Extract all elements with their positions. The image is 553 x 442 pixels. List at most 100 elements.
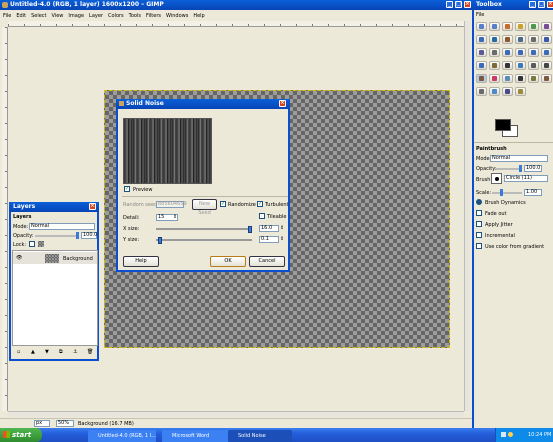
perspective-tool-icon[interactable]: [541, 48, 552, 57]
unit-select[interactable]: px: [34, 420, 50, 427]
tileable-checkbox[interactable]: [259, 213, 265, 219]
ysize-slider-thumb[interactable]: [157, 237, 162, 244]
eye-icon[interactable]: 👁: [16, 255, 22, 261]
random-seed-input[interactable]: 885604659: [156, 201, 187, 208]
bucket-fill-tool-icon[interactable]: [515, 61, 526, 70]
xsize-input[interactable]: 16.0: [259, 225, 279, 232]
brush-name[interactable]: Circle (11): [504, 175, 548, 182]
eraser-tool-icon[interactable]: [489, 74, 500, 83]
menu-colors[interactable]: Colors: [108, 12, 124, 20]
ink-tool-icon[interactable]: [515, 74, 526, 83]
randomize-checkbox[interactable]: ✓: [220, 201, 226, 207]
color-picker-tool-icon[interactable]: [502, 35, 513, 44]
taskbar-button[interactable]: Solid Noise: [228, 430, 292, 442]
tool-option-row[interactable]: Use color from gradient: [476, 243, 544, 250]
toolbox-file-menu[interactable]: File: [476, 12, 484, 18]
new-seed-button[interactable]: New Seed: [192, 199, 217, 216]
detail-spin-icon[interactable]: ⇕: [173, 214, 177, 220]
foreground-color-swatch[interactable]: [495, 119, 511, 131]
heal-tool-icon[interactable]: [541, 74, 552, 83]
tool-mode-select[interactable]: Normal: [490, 155, 548, 162]
menu-filters[interactable]: Filters: [146, 12, 161, 20]
menu-file[interactable]: File: [3, 12, 11, 20]
tool-opacity-slider[interactable]: [496, 165, 522, 172]
smudge-tool-icon[interactable]: [502, 87, 513, 96]
foreground-select-tool-icon[interactable]: [476, 35, 487, 44]
toolbox-maximize-button[interactable]: □: [538, 1, 545, 8]
tool-option-row[interactable]: Incremental: [476, 232, 515, 239]
tool-option-row[interactable]: Apply Jitter: [476, 221, 513, 228]
fuzzy-select-tool-icon[interactable]: [515, 22, 526, 31]
scissors-tool-icon[interactable]: [541, 22, 552, 31]
clone-tool-icon[interactable]: [528, 74, 539, 83]
dialog-close-button[interactable]: ×: [279, 100, 286, 107]
taskbar-button[interactable]: Untitled-4.0 (RGB, 1 l...: [88, 430, 156, 442]
anchor-layer-icon[interactable]: ⚓: [73, 349, 77, 355]
perspective-clone-tool-icon[interactable]: [476, 87, 487, 96]
lock-pixels-checkbox[interactable]: [29, 241, 35, 247]
layers-mode-select[interactable]: Normal: [29, 223, 95, 230]
lower-layer-icon[interactable]: ▼: [45, 349, 49, 355]
scale-slider[interactable]: [492, 189, 522, 196]
free-select-tool-icon[interactable]: [502, 22, 513, 31]
tool-option-row[interactable]: Brush Dynamics: [476, 199, 526, 206]
delete-layer-icon[interactable]: 🗑: [87, 349, 93, 355]
ysize-input[interactable]: 0.1: [259, 236, 279, 243]
zoom-select[interactable]: 50%: [56, 420, 74, 427]
horizontal-scrollbar[interactable]: [8, 411, 464, 417]
tool-opacity-input[interactable]: 100.0: [524, 165, 542, 172]
turbulent-checkbox[interactable]: ✓: [257, 201, 263, 207]
tool-option-checkbox[interactable]: [476, 232, 482, 238]
flip-tool-icon[interactable]: [476, 61, 487, 70]
toolbox-close-button[interactable]: ×: [547, 1, 553, 8]
menu-image[interactable]: Image: [68, 12, 84, 20]
minimize-button[interactable]: _: [446, 1, 453, 8]
tray-volume-icon[interactable]: [508, 432, 513, 437]
ysize-spin-icon[interactable]: ⇕: [280, 236, 284, 242]
ok-button[interactable]: OK: [210, 256, 246, 267]
rect-select-tool-icon[interactable]: [476, 22, 487, 31]
xsize-slider-track[interactable]: [156, 226, 252, 233]
layers-opacity-thumb[interactable]: [76, 232, 79, 239]
zoom-tool-icon[interactable]: [515, 35, 526, 44]
close-button[interactable]: ×: [464, 1, 471, 8]
pencil-tool-icon[interactable]: [541, 61, 552, 70]
menu-edit[interactable]: Edit: [16, 12, 26, 20]
tool-option-checkbox[interactable]: [476, 199, 482, 205]
raise-layer-icon[interactable]: ▲: [31, 349, 35, 355]
tool-option-row[interactable]: Fade out: [476, 210, 507, 217]
lock-alpha-icon[interactable]: [38, 241, 44, 247]
help-button[interactable]: Help: [123, 256, 159, 267]
maximize-button[interactable]: □: [455, 1, 462, 8]
new-layer-icon[interactable]: ▫: [17, 349, 20, 355]
layer-row-background[interactable]: 👁 Background: [13, 252, 97, 264]
airbrush-tool-icon[interactable]: [502, 74, 513, 83]
layers-opacity-input[interactable]: 100.0: [81, 232, 97, 239]
scale-input[interactable]: 1.00: [524, 189, 542, 196]
select-by-color-tool-icon[interactable]: [528, 22, 539, 31]
menu-windows[interactable]: Windows: [166, 12, 188, 20]
preview-checkbox[interactable]: ✓: [124, 186, 130, 192]
blur-tool-icon[interactable]: [489, 87, 500, 96]
measure-tool-icon[interactable]: [528, 35, 539, 44]
menu-help[interactable]: Help: [193, 12, 204, 20]
vertical-scrollbar[interactable]: [464, 21, 470, 411]
scale-tool-icon[interactable]: [515, 48, 526, 57]
move-tool-icon[interactable]: [541, 35, 552, 44]
text-tool-icon[interactable]: [502, 61, 513, 70]
menu-select[interactable]: Select: [31, 12, 46, 20]
shear-tool-icon[interactable]: [528, 48, 539, 57]
rotate-tool-icon[interactable]: [502, 48, 513, 57]
tool-option-checkbox[interactable]: [476, 221, 482, 227]
menu-view[interactable]: View: [52, 12, 64, 20]
toolbox-minimize-button[interactable]: _: [529, 1, 536, 8]
menu-layer[interactable]: Layer: [89, 12, 103, 20]
xsize-slider-thumb[interactable]: [248, 226, 252, 233]
cancel-button[interactable]: Cancel: [249, 256, 285, 267]
duplicate-layer-icon[interactable]: ⧉: [59, 349, 63, 355]
tool-option-checkbox[interactable]: [476, 210, 482, 216]
taskbar-button[interactable]: Microsoft Word: [162, 430, 230, 442]
align-tool-icon[interactable]: [476, 48, 487, 57]
crop-tool-icon[interactable]: [489, 48, 500, 57]
tray-network-icon[interactable]: [501, 432, 506, 437]
